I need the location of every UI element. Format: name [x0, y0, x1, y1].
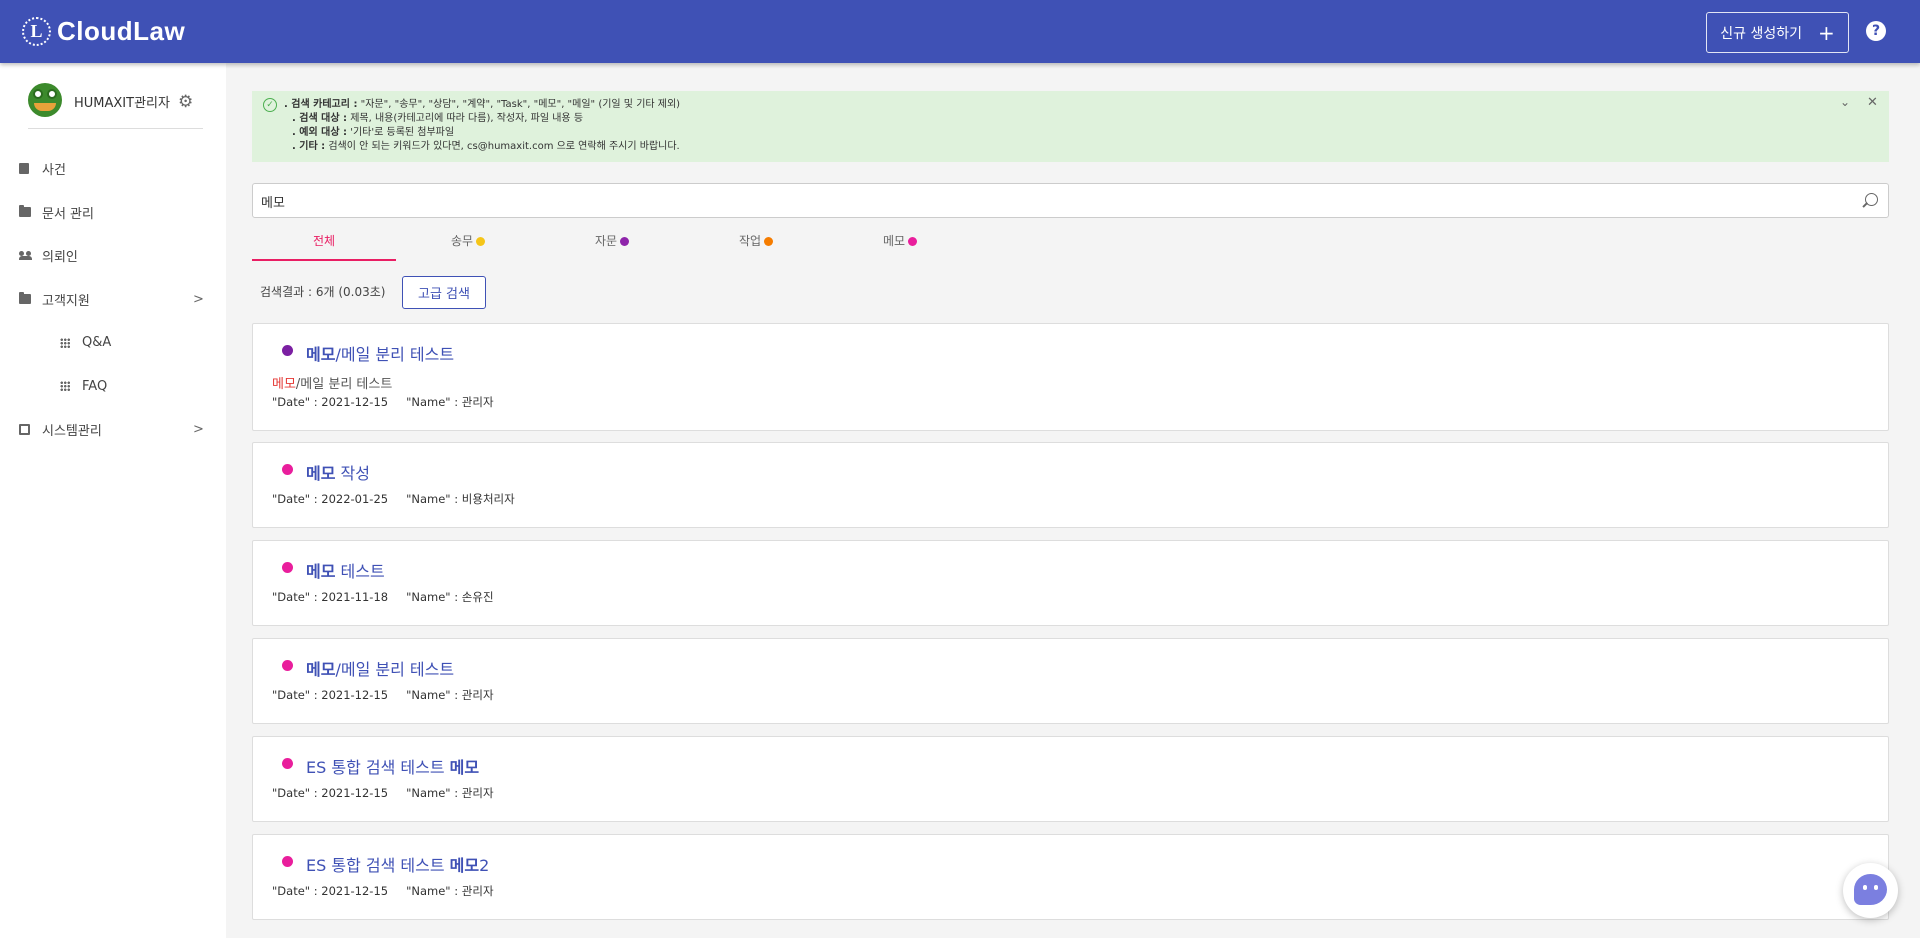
sidebar-item-system[interactable]: 시스템관리 > [0, 408, 226, 452]
category-dot [282, 758, 293, 769]
result-card[interactable]: 메모 작성 "Date" : 2022-01-25 "Name" : 비용처리자 [252, 442, 1889, 528]
result-card[interactable]: 메모 테스트 "Date" : 2021-11-18 "Name" : 손유진 [252, 540, 1889, 626]
search-bar [252, 183, 1889, 218]
result-card[interactable]: ES 통합 검색 테스트 메모 "Date" : 2021-12-15 "Name… [252, 736, 1889, 822]
result-meta: "Date" : 2021-12-15 "Name" : 관리자 [272, 786, 494, 800]
result-count: 검색결과 : 6개 (0.03초) [260, 285, 386, 299]
result-meta: "Date" : 2021-12-15 "Name" : 관리자 [272, 688, 494, 702]
result-title[interactable]: 메모 테스트 [306, 558, 385, 582]
result-card[interactable]: 메모/메일 분리 테스트 "Date" : 2021-12-15 "Name" :… [252, 638, 1889, 724]
category-dot [282, 856, 293, 867]
chat-bot-icon [1854, 874, 1887, 905]
tab-litigation[interactable]: 송무 [396, 228, 540, 261]
sidebar-item-label: 고객지원 [42, 293, 90, 309]
category-dot [282, 660, 293, 671]
collapse-icon[interactable]: ⌄ [1840, 95, 1850, 109]
book-icon [19, 163, 29, 175]
logo-mark-icon: L [22, 16, 51, 46]
top-app-bar: L CloudLaw 신규 생성하기 + ? [0, 0, 1920, 63]
sidebar-item-label: 시스템관리 [42, 424, 102, 440]
user-profile: HUMAXIT관리자 ⚙ [28, 83, 203, 129]
info-line: . 예외 대상 : '기타'로 등록된 첨부파일 [292, 127, 455, 138]
chevron-right-icon: > [193, 422, 204, 438]
help-icon[interactable]: ? [1866, 21, 1886, 41]
people-icon [19, 250, 33, 261]
sidebar-item-label: 문서 관리 [42, 206, 94, 222]
sidebar-item-label: 사건 [42, 163, 66, 179]
category-dot [282, 345, 293, 356]
user-name: HUMAXIT관리자 [74, 96, 170, 111]
sidebar-item-label: Q&A [82, 335, 112, 351]
result-title[interactable]: 메모/메일 분리 테스트 [306, 656, 454, 680]
sidebar-item-support[interactable]: 고객지원 > [0, 278, 226, 322]
sidebar-item-cases[interactable]: 사건 [0, 147, 226, 191]
tab-memo[interactable]: 메모 [828, 228, 972, 261]
plus-icon: + [1817, 20, 1835, 45]
search-input[interactable] [261, 190, 1851, 212]
result-meta: "Date" : 2022-01-25 "Name" : 비용처리자 [272, 492, 515, 506]
avatar[interactable] [28, 83, 62, 117]
check-circle-icon: ✓ [263, 98, 277, 112]
close-icon[interactable]: ✕ [1867, 95, 1878, 110]
result-title[interactable]: 메모/메일 분리 테스트 [306, 341, 454, 365]
create-new-label: 신규 생성하기 [1720, 25, 1802, 42]
info-line: . 검색 카테고리 : "자문", "송무", "상담", "계약", "Tas… [284, 99, 681, 110]
info-line: . 검색 대상 : 제목, 내용(카테고리에 따라 다름), 작성자, 파일 내… [292, 113, 584, 124]
category-dot [620, 237, 630, 246]
search-icon[interactable] [1865, 193, 1878, 206]
result-meta: "Date" : 2021-12-15 "Name" : 관리자 [272, 395, 494, 409]
category-dot [476, 237, 486, 246]
sidebar-item-label: FAQ [82, 378, 108, 394]
advanced-search-button[interactable]: 고급 검색 [402, 276, 486, 309]
tab-all[interactable]: 전체 [252, 228, 396, 261]
grid-icon [60, 381, 70, 392]
folder-icon [19, 205, 31, 218]
sidebar-item-documents[interactable]: 문서 관리 [0, 191, 226, 235]
result-title[interactable]: ES 통합 검색 테스트 메모 [306, 754, 479, 778]
cloudlaw-logo[interactable]: L CloudLaw [22, 15, 185, 47]
info-lines: . 검색 카테고리 : "자문", "송무", "상담", "계약", "Tas… [284, 98, 680, 154]
sidebar-item-qna[interactable]: Q&A [0, 321, 226, 365]
sidebar-item-label: 의뢰인 [42, 250, 78, 266]
info-line: . 기타 : 검색이 안 되는 키워드가 있다면, cs@humaxit.com… [292, 141, 680, 152]
sidebar: HUMAXIT관리자 ⚙ 사건 문서 관리 의뢰인 고객지원 > Q&A FAQ [0, 63, 226, 938]
result-snippet: 메모/메일 분리 테스트 [272, 377, 393, 392]
sidebar-item-faq[interactable]: FAQ [0, 365, 226, 409]
result-meta: "Date" : 2021-12-15 "Name" : 관리자 [272, 884, 494, 898]
category-dot [908, 237, 918, 246]
folder-icon [19, 292, 31, 305]
chat-bot-button[interactable] [1843, 863, 1898, 918]
logo-text: CloudLaw [57, 15, 186, 46]
search-info-alert: ✓ . 검색 카테고리 : "자문", "송무", "상담", "계약", "T… [252, 91, 1889, 162]
sidebar-item-clients[interactable]: 의뢰인 [0, 234, 226, 278]
chevron-right-icon: > [193, 291, 204, 307]
result-title[interactable]: 메모 작성 [306, 460, 370, 484]
gear-icon[interactable]: ⚙ [178, 94, 193, 111]
result-title[interactable]: ES 통합 검색 테스트 메모2 [306, 852, 489, 876]
category-dot [764, 237, 774, 246]
tab-task[interactable]: 작업 [684, 228, 828, 261]
system-icon [19, 424, 30, 436]
category-tabs: 전체 송무 자문 작업 메모 [252, 228, 972, 261]
category-dot [282, 464, 293, 475]
grid-icon [60, 337, 70, 348]
create-new-button[interactable]: 신규 생성하기 + [1706, 12, 1849, 53]
sidebar-nav: 사건 문서 관리 의뢰인 고객지원 > Q&A FAQ 시스템관리 > [0, 147, 226, 452]
category-dot [282, 562, 293, 573]
result-card[interactable]: 메모/메일 분리 테스트 메모/메일 분리 테스트 "Date" : 2021-… [252, 323, 1889, 431]
tab-advisory[interactable]: 자문 [540, 228, 684, 261]
result-card[interactable]: ES 통합 검색 테스트 메모2 "Date" : 2021-12-15 "Nam… [252, 834, 1889, 920]
result-meta: "Date" : 2021-11-18 "Name" : 손유진 [272, 590, 494, 604]
